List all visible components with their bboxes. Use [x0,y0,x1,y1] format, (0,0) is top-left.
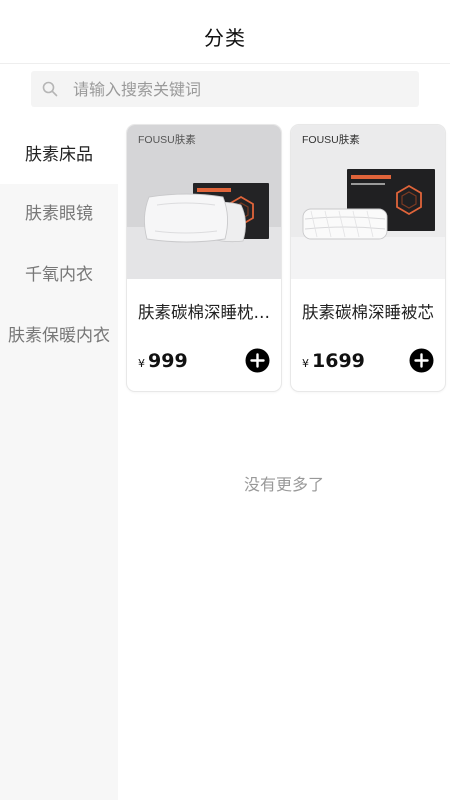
product-name[interactable]: 肤素碳棉深睡被芯 [302,299,438,323]
page-title: 分类 [204,26,246,50]
product-name[interactable]: 肤素碳棉深睡枕套装 [138,299,274,323]
add-to-cart-icon[interactable] [245,348,270,373]
no-more-text: 没有更多了 [243,475,324,494]
sidebar-item-bedding[interactable]: 肤素床品 [0,124,118,184]
add-to-cart-icon[interactable] [409,348,434,373]
sidebar-item-underwear[interactable]: 千氧内衣 [0,245,118,306]
price-value: 1699 [312,350,365,372]
sidebar-item-thermal-underwear[interactable]: 肤素保暖内衣 [0,306,118,367]
product-price: ¥999 [138,350,188,372]
product-brand-logo: FOUSU肤素 [302,133,360,146]
price-value: 999 [148,350,188,372]
product-image[interactable]: FOUSU肤素 [291,125,445,279]
currency-symbol: ¥ [302,357,309,370]
search-icon [42,81,58,97]
product-price: ¥1699 [302,350,365,372]
product-brand-logo: FOUSU肤素 [138,133,196,146]
top-bar: 分类 [0,0,450,64]
search-bar[interactable] [31,71,419,107]
product-card[interactable]: FOUSU肤素 肤素碳棉深睡枕套装 ¥999 [126,124,282,392]
currency-symbol: ¥ [138,357,145,370]
category-sidebar: 肤素床品 肤素眼镜 千氧内衣 肤素保暖内衣 [0,124,118,800]
search-input[interactable] [73,71,403,107]
product-card[interactable]: FOUSU肤素 肤素碳棉深睡被芯 ¥1699 [290,124,446,392]
sidebar-item-glasses[interactable]: 肤素眼镜 [0,184,118,245]
product-image[interactable]: FOUSU肤素 [127,125,281,279]
